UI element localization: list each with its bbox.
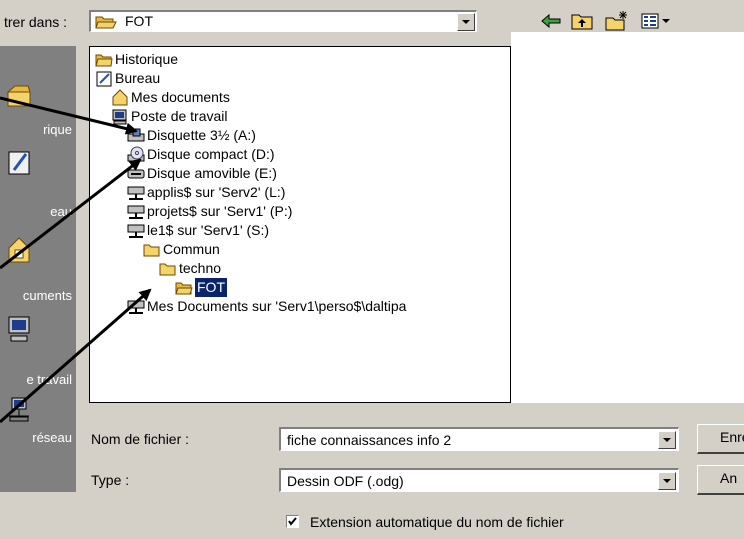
desktop-icon <box>96 71 112 87</box>
places-bar: rique eau cuments e travail réseau <box>0 46 76 492</box>
open-folder-icon <box>95 16 117 29</box>
desktop-icon <box>8 151 30 175</box>
list-item-label: applis$ sur 'Serv2' (L:) <box>147 184 286 200</box>
open-folder-icon <box>175 282 193 295</box>
list-item-label: Commun <box>163 241 220 257</box>
history-icon <box>6 85 31 107</box>
list-item-label: Disquette 3½ (A:) <box>147 127 256 143</box>
place-desktop[interactable]: eau <box>0 146 76 226</box>
filename-label: Nom de fichier : <box>91 431 190 447</box>
place-network[interactable]: réseau <box>0 396 76 476</box>
look-in-dropdown-list: Historique Bureau Mes documents Poste de… <box>89 46 511 403</box>
list-item-label: Historique <box>115 51 179 67</box>
look-in-value: FOT <box>125 13 153 29</box>
place-network-label: réseau <box>32 430 72 445</box>
my-computer-icon <box>8 316 30 342</box>
network-drive-icon <box>127 300 145 314</box>
network-drive-icon <box>127 224 145 238</box>
save-button[interactable]: Enre <box>697 424 744 454</box>
list-item-label: le1$ sur 'Serv1' (S:) <box>147 222 270 238</box>
network-drive-icon <box>127 205 145 219</box>
place-documents[interactable]: cuments <box>0 234 76 314</box>
list-item-label: Mes Documents sur 'Serv1\perso$\daltipa <box>147 298 407 314</box>
removable-drive-icon <box>127 169 145 179</box>
folder-icon <box>143 244 160 257</box>
view-menu-icon[interactable] <box>640 10 676 32</box>
type-select[interactable]: Dessin ODF (.odg) <box>279 468 679 492</box>
folder-icon <box>95 54 113 67</box>
folder-icon <box>159 263 176 276</box>
floppy-drive-icon <box>127 128 145 142</box>
my-documents-icon <box>8 237 30 263</box>
look-in-combo[interactable]: FOT <box>89 10 477 32</box>
cd-drive-icon <box>127 146 145 162</box>
network-drive-icon <box>127 186 145 200</box>
list-item-label: Mes documents <box>131 89 230 105</box>
type-dropdown-button[interactable] <box>658 472 676 490</box>
checkmark-icon <box>288 517 297 526</box>
place-desktop-label: eau <box>50 204 72 219</box>
list-item-label: projets$ sur 'Serv1' (P:) <box>147 203 293 219</box>
auto-extension-checkbox[interactable] <box>286 515 299 528</box>
filename-input[interactable]: fiche connaissances info 2 <box>279 427 679 451</box>
filename-dropdown-button[interactable] <box>658 431 676 449</box>
list-item-label: Poste de travail <box>131 108 228 124</box>
back-arrow-icon[interactable] <box>538 10 564 32</box>
list-item-label: Disque compact (D:) <box>147 146 275 162</box>
save-button-label: Enre <box>720 429 744 445</box>
look-in-label: trer dans : <box>4 14 68 30</box>
network-icon <box>9 397 29 422</box>
my-documents-icon <box>112 89 128 106</box>
place-my-computer[interactable]: e travail <box>0 314 76 394</box>
file-list-view[interactable] <box>511 32 744 403</box>
new-folder-icon[interactable] <box>604 10 630 32</box>
cancel-button-label: An <box>720 470 738 486</box>
type-value: Dessin ODF (.odg) <box>287 473 404 489</box>
look-in-dropdown-button[interactable] <box>457 13 475 31</box>
place-my-computer-label: e travail <box>26 372 72 387</box>
filename-value: fiche connaissances info 2 <box>287 432 452 448</box>
cancel-button[interactable]: An <box>697 465 744 495</box>
list-item-label: Disque amovible (E:) <box>147 165 277 181</box>
list-item-label: FOT <box>195 278 227 297</box>
up-folder-icon[interactable] <box>570 10 596 32</box>
place-documents-label: cuments <box>22 288 72 303</box>
my-computer-icon <box>112 109 127 125</box>
place-history-label: rique <box>43 122 72 137</box>
list-item-label: Bureau <box>115 70 161 86</box>
auto-extension-label: Extension automatique du nom de fichier <box>310 514 564 530</box>
type-label: Type : <box>91 472 130 488</box>
list-item-label: techno <box>179 260 222 276</box>
